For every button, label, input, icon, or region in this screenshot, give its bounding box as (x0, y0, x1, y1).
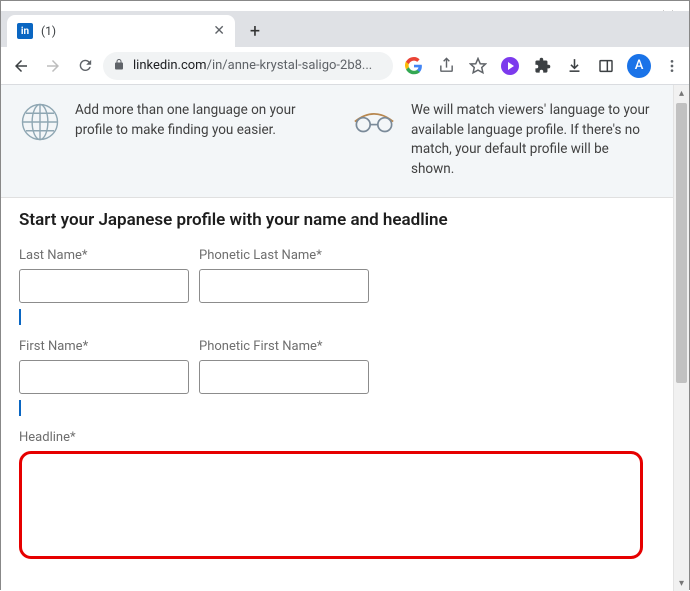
reload-button[interactable] (71, 52, 99, 80)
url-text: linkedin.com/in/anne-krystal-saligo-2b8.… (133, 58, 383, 73)
profile-avatar[interactable]: A (627, 54, 651, 78)
scroll-down-icon[interactable]: ▾ (674, 575, 689, 591)
scroll-up-icon[interactable]: ▴ (674, 85, 689, 101)
kebab-menu-icon[interactable] (661, 55, 683, 77)
forward-button[interactable] (39, 52, 67, 80)
glasses-icon (351, 103, 397, 137)
tab-strip: in (1) ✕ + (1, 11, 689, 47)
caret-indicator (19, 400, 21, 416)
form-heading: Start your Japanese profile with your na… (19, 210, 655, 230)
linkedin-favicon: in (17, 23, 33, 39)
address-bar[interactable]: linkedin.com/in/anne-krystal-saligo-2b8.… (103, 52, 393, 80)
download-icon[interactable] (563, 55, 585, 77)
globe-icon (19, 101, 61, 143)
last-name-input[interactable] (19, 269, 189, 303)
back-button[interactable] (7, 52, 35, 80)
new-tab-button[interactable]: + (241, 17, 269, 45)
phonetic-last-name-input[interactable] (199, 269, 369, 303)
last-name-label: Last Name* (19, 248, 189, 263)
vertical-scrollbar[interactable]: ▴ ▾ (673, 85, 689, 591)
share-icon[interactable] (435, 55, 457, 77)
info-banner: Add more than one language on your profi… (1, 85, 673, 198)
tab-title: (1) (41, 24, 205, 38)
browser-tab[interactable]: in (1) ✕ (7, 15, 235, 47)
caret-indicator (19, 309, 21, 325)
headline-input[interactable] (19, 451, 643, 559)
first-name-label: First Name* (19, 339, 189, 354)
panel-icon[interactable] (595, 55, 617, 77)
google-icon[interactable] (403, 55, 425, 77)
banner-text-left: Add more than one language on your profi… (75, 101, 323, 179)
first-name-input[interactable] (19, 360, 189, 394)
phonetic-last-name-label: Phonetic Last Name* (199, 248, 369, 263)
phonetic-first-name-label: Phonetic First Name* (199, 339, 369, 354)
bookmark-star-icon[interactable] (467, 55, 489, 77)
page-content: Add more than one language on your profi… (1, 85, 673, 591)
headline-label: Headline* (19, 430, 655, 445)
scroll-thumb[interactable] (676, 103, 687, 383)
phonetic-first-name-input[interactable] (199, 360, 369, 394)
extensions-puzzle-icon[interactable] (531, 55, 553, 77)
browser-toolbar: linkedin.com/in/anne-krystal-saligo-2b8.… (1, 47, 689, 85)
play-extension-icon[interactable] (499, 55, 521, 77)
lock-icon (113, 58, 125, 74)
close-tab-icon[interactable]: ✕ (213, 23, 225, 39)
banner-text-right: We will match viewers' language to your … (411, 101, 655, 179)
